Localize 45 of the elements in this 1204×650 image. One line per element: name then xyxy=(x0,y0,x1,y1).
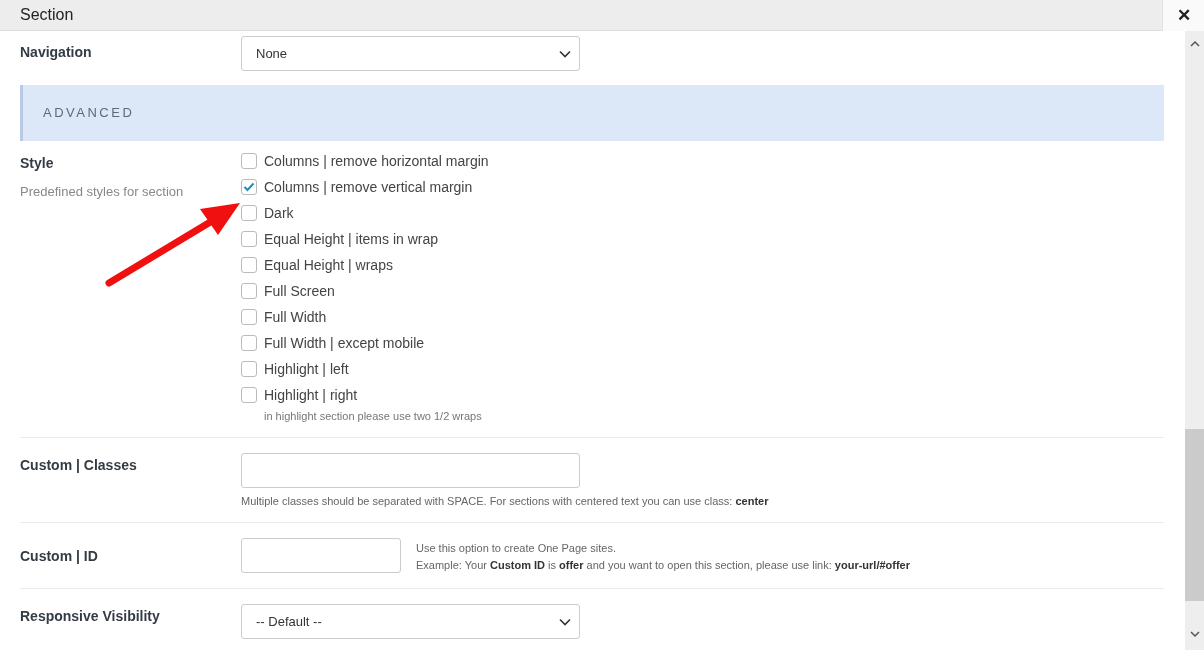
checkbox[interactable] xyxy=(241,335,257,351)
checkbox-option[interactable]: Highlight | right xyxy=(241,382,489,408)
scrollbar-thumb[interactable] xyxy=(1185,429,1204,601)
checkbox[interactable] xyxy=(241,257,257,273)
checkbox[interactable] xyxy=(241,361,257,377)
scroll-up-icon[interactable] xyxy=(1189,40,1200,47)
close-button[interactable]: ✕ xyxy=(1162,0,1204,31)
option-note: in highlight section please use two 1/2 wraps xyxy=(263,409,483,424)
checkbox-option[interactable]: Columns | remove vertical margin xyxy=(241,174,489,200)
checkbox-option[interactable]: Full Width xyxy=(241,304,489,330)
help-text: Example: Your Custom ID is offer and you want to open this section, please use link: your-url/#offer xyxy=(416,557,911,573)
help-text: Use this option to create One Page sites. xyxy=(416,541,617,556)
field-label: Responsive Visibility xyxy=(20,607,161,626)
checkbox-option[interactable]: Highlight | left xyxy=(241,356,489,382)
section-heading: ADVANCED xyxy=(42,104,135,123)
field-label: Navigation xyxy=(20,43,93,62)
text-input[interactable] xyxy=(241,452,580,488)
checkbox-option[interactable]: Equal Height | items in wrap xyxy=(241,226,489,252)
checkbox[interactable] xyxy=(241,387,257,403)
checkbox-option[interactable]: Columns | remove horizontal margin xyxy=(241,148,489,174)
text-input[interactable] xyxy=(241,538,401,573)
checkbox-option[interactable]: Full Width | except mobile xyxy=(241,330,489,356)
checkbox[interactable] xyxy=(241,283,257,299)
checkbox[interactable] xyxy=(241,153,257,169)
checkbox[interactable] xyxy=(241,205,257,221)
checkbox-option[interactable]: Full Screen xyxy=(241,278,489,304)
help-text: Multiple classes should be separated with SPACE. For sections with centered text you can use class: center xyxy=(241,493,769,509)
checkbox-option[interactable]: Equal Height | wraps xyxy=(241,252,489,278)
field-description: Predefined styles for section xyxy=(20,183,185,201)
field-label: Custom | Classes xyxy=(20,455,138,475)
chevron-down-icon xyxy=(559,617,571,626)
checkbox[interactable] xyxy=(241,309,257,325)
select-value: None xyxy=(256,44,288,63)
checkbox-option[interactable]: Dark xyxy=(241,200,489,226)
chevron-down-icon xyxy=(559,49,571,58)
scrollbar[interactable] xyxy=(1185,31,1204,650)
scroll-down-icon[interactable] xyxy=(1189,631,1200,638)
select-value: -- Default -- xyxy=(256,612,322,631)
navigation-select[interactable]: None xyxy=(241,36,580,71)
field-label: Custom | ID xyxy=(20,547,99,566)
checkbox[interactable] xyxy=(241,231,257,247)
field-label: Style xyxy=(20,154,55,173)
checkbox[interactable] xyxy=(241,179,257,195)
dialog-title: Section xyxy=(19,5,74,25)
visibility-select[interactable]: -- Default -- xyxy=(241,604,580,639)
